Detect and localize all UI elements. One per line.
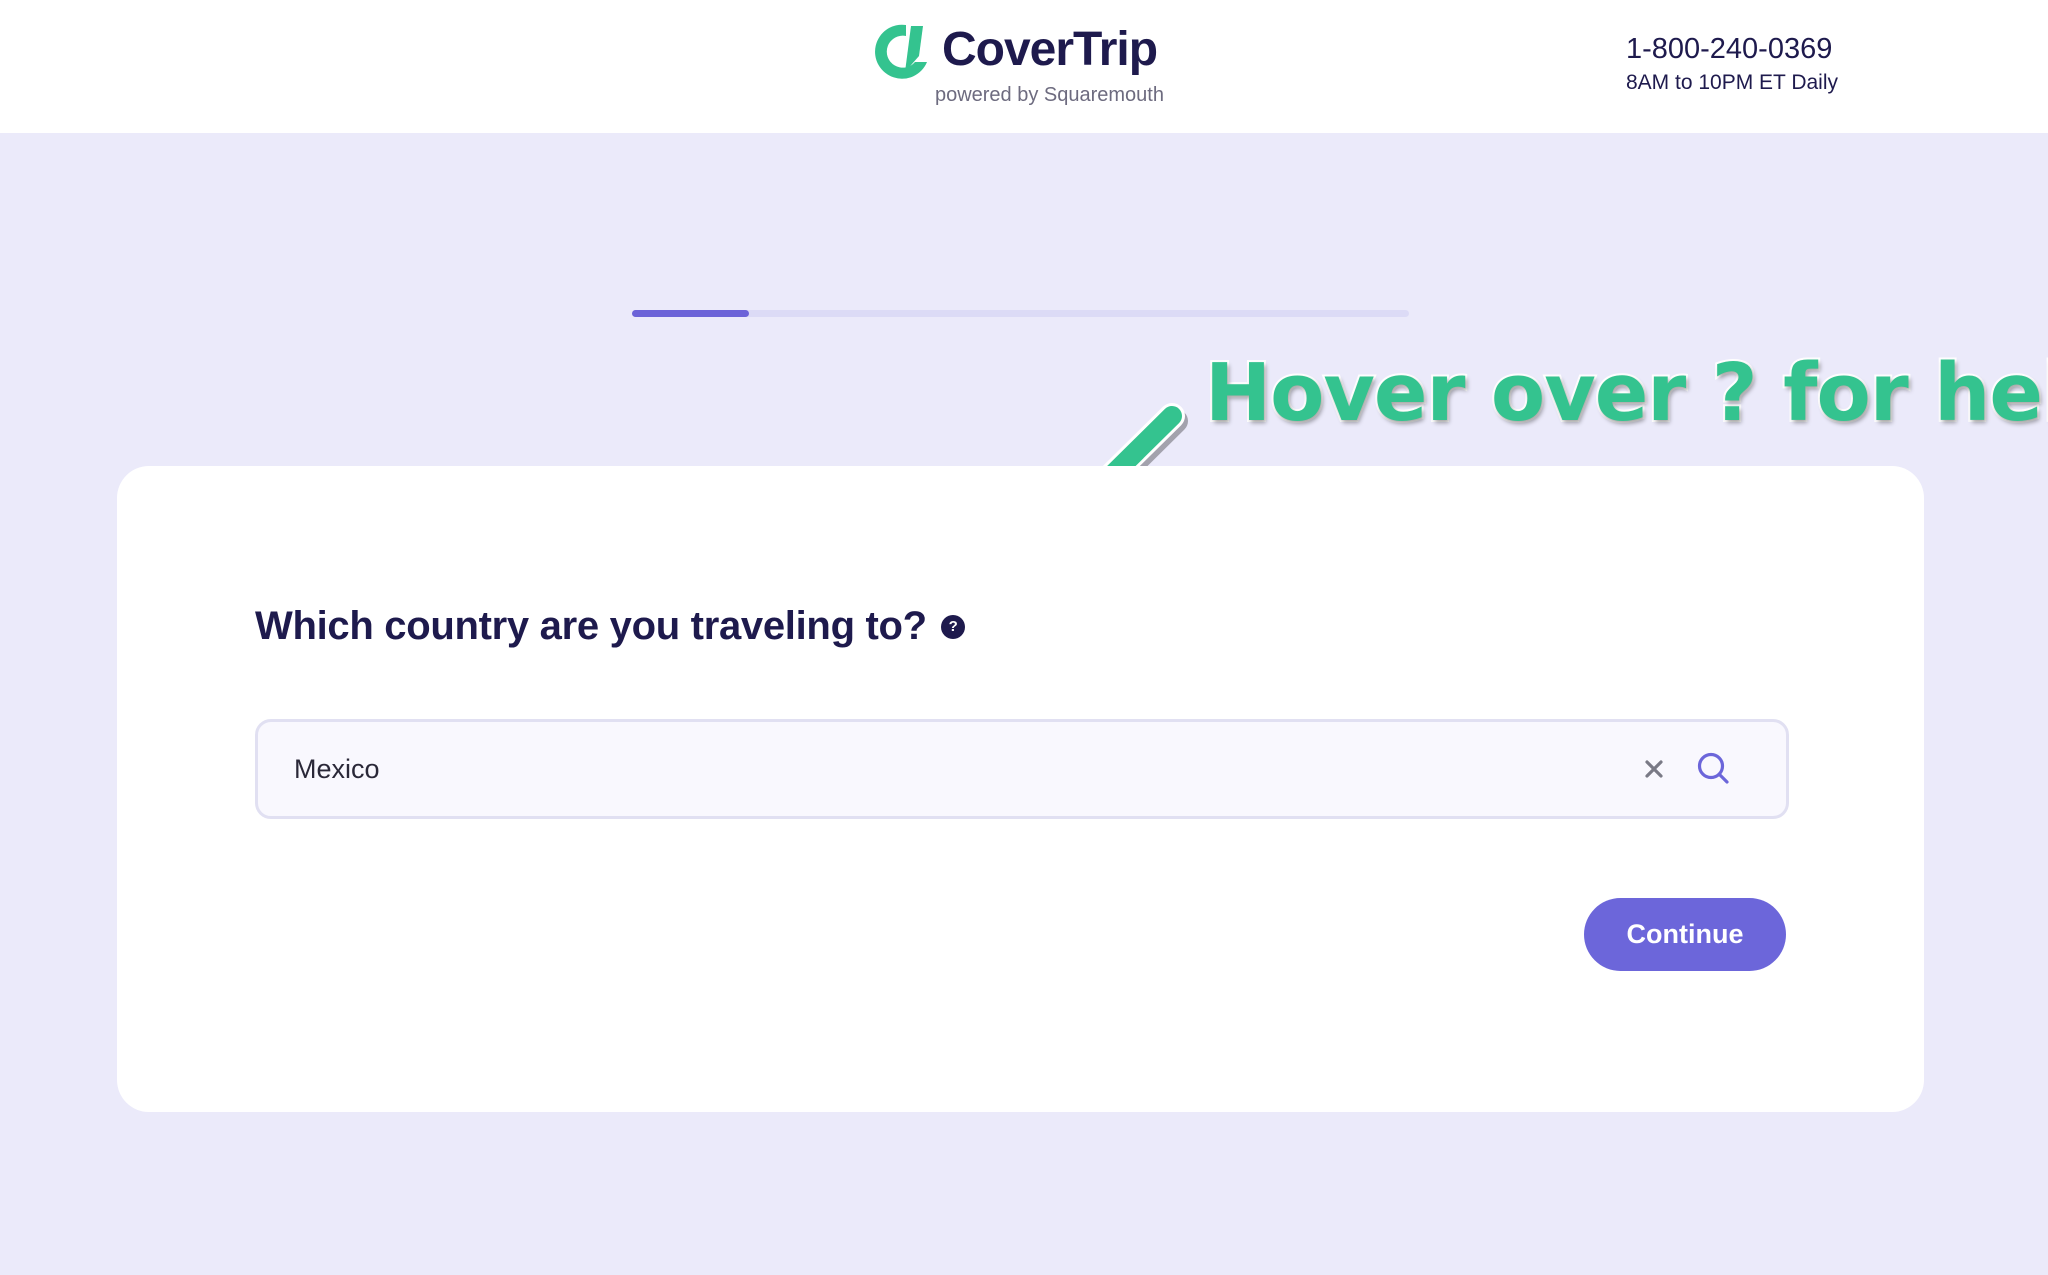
- question-row: Which country are you traveling to? ?: [255, 604, 966, 649]
- progress-bar: [632, 310, 1409, 317]
- contact-info: 1-800-240-0369 8AM to 10PM ET Daily: [1626, 30, 1838, 98]
- brand-subtitle: powered by Squaremouth: [934, 84, 1164, 106]
- close-icon[interactable]: [1642, 757, 1666, 781]
- question-heading: Which country are you traveling to?: [255, 604, 927, 648]
- support-hours: 8AM to 10PM ET Daily: [1625, 71, 1838, 94]
- country-search-box[interactable]: [255, 719, 1789, 819]
- help-annotation-label: Hover over ? for help: [1203, 345, 2048, 441]
- brand-name: CoverTrip: [942, 23, 1158, 76]
- continue-button[interactable]: Continue: [1584, 898, 1786, 971]
- site-header: CoverTrip powered by Squaremouth 1-800-2…: [0, 0, 2048, 133]
- progress-bar-fill: [632, 310, 749, 317]
- covertrip-logo-mark-icon: [875, 24, 927, 79]
- covertrip-logo[interactable]: CoverTrip powered by Squaremouth: [875, 20, 1175, 110]
- search-icon[interactable]: [1694, 749, 1734, 789]
- help-icon[interactable]: ?: [941, 614, 966, 639]
- phone-number[interactable]: 1-800-240-0369: [1626, 30, 1838, 68]
- country-search-input[interactable]: [294, 746, 1574, 792]
- question-card: Which country are you traveling to? ? Co…: [117, 466, 1924, 1112]
